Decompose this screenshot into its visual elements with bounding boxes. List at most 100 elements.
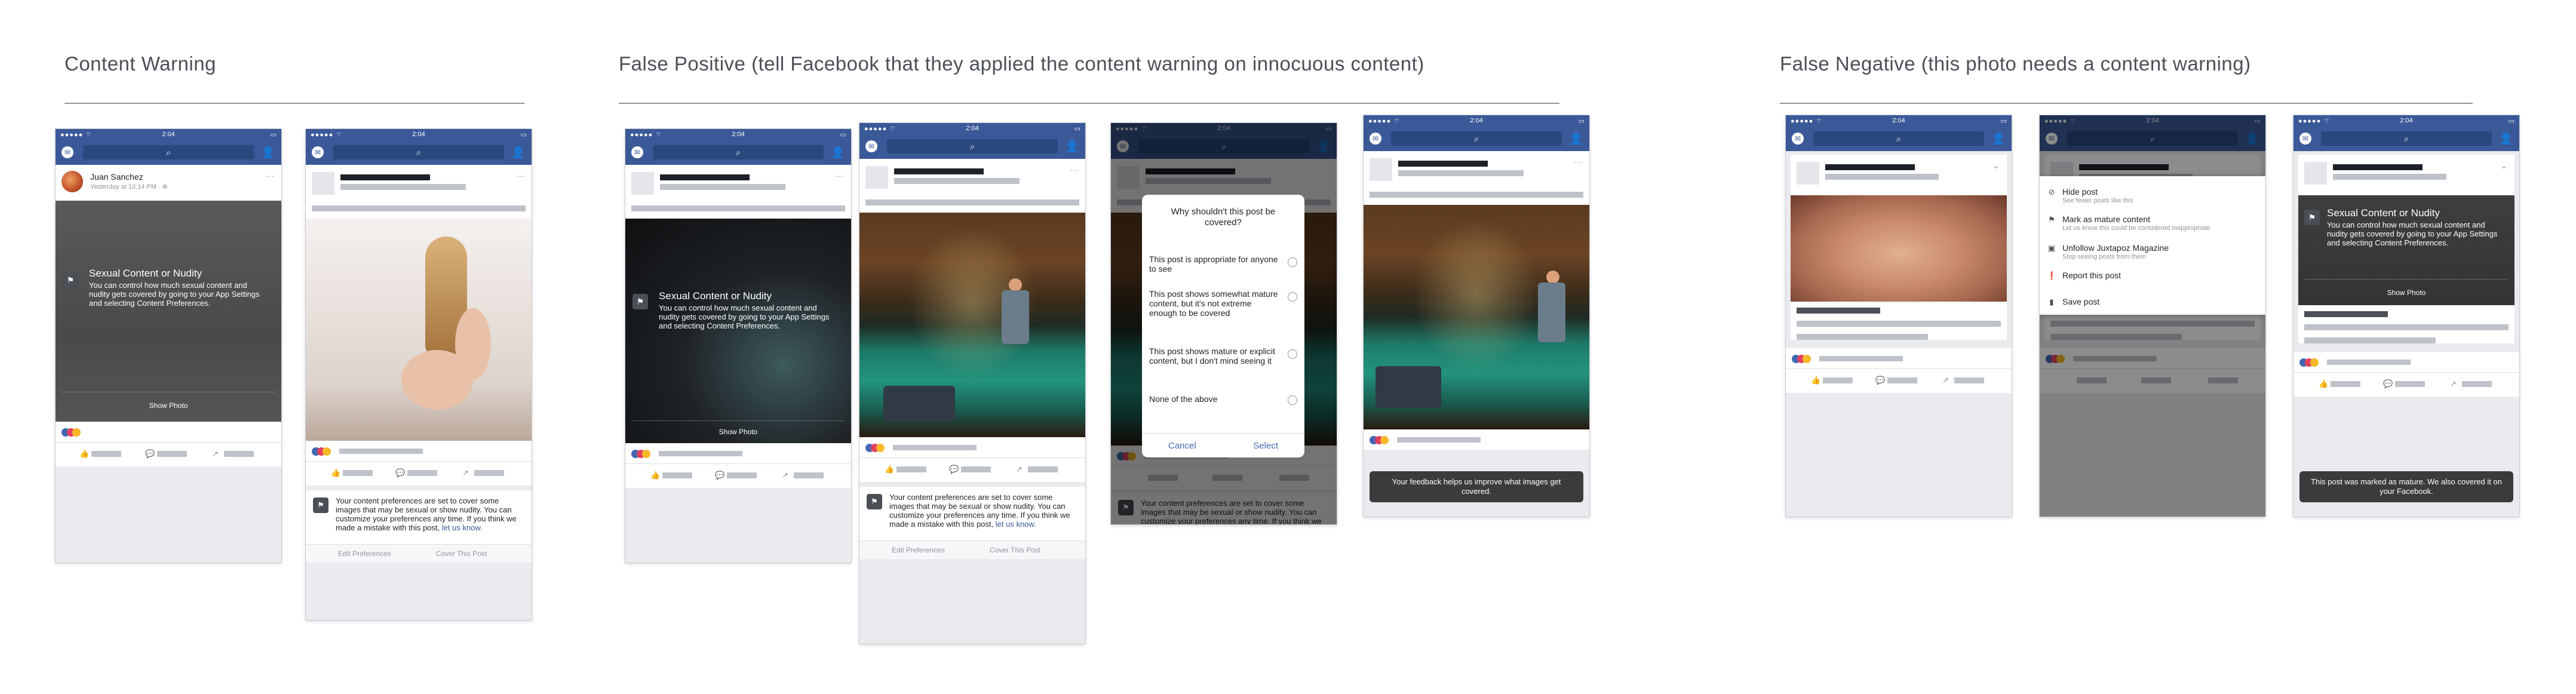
post-photo[interactable] [306,219,532,441]
messenger-icon[interactable]: ✉ [865,140,877,152]
like-icon[interactable]: 👍 [2319,379,2328,389]
comment-button[interactable] [2395,381,2425,387]
more-options-icon[interactable]: ··· [516,171,524,180]
messenger-icon[interactable]: ✉ [62,146,73,158]
dialog-option[interactable]: This post is appropriate for anyone to s… [1149,254,1281,274]
share-icon[interactable]: ↗ [1942,376,1949,385]
messenger-icon[interactable]: ✉ [631,146,643,158]
more-options-icon[interactable]: ··· [836,171,844,180]
share-button[interactable] [1028,466,1058,472]
like-button[interactable] [662,472,692,478]
friend-requests-icon[interactable]: 👤 [261,146,275,159]
comment-icon[interactable]: 💬 [2383,379,2393,389]
comment-button[interactable] [1887,377,1917,383]
like-icon[interactable]: 👍 [331,468,340,478]
comment-button[interactable] [961,466,991,472]
messenger-icon[interactable]: ✉ [1792,133,1804,145]
select-button[interactable]: Select [1253,441,1278,451]
like-icon[interactable]: 👍 [650,471,660,480]
like-button[interactable] [343,470,373,476]
search-bar[interactable]: ⌕ [1391,131,1562,146]
friend-requests-icon[interactable]: 👤 [2499,132,2513,145]
like-button[interactable] [1823,377,1853,383]
messenger-icon[interactable]: ✉ [312,146,324,158]
messenger-icon[interactable]: ✉ [1370,133,1381,145]
menu-item-hide-post[interactable]: ⊘ Hide post See fewer posts like this [2047,187,2261,207]
post-author[interactable]: Juan Sanchez [90,172,143,182]
reactions-row[interactable] [2293,352,2519,372]
comment-icon[interactable]: 💬 [1875,376,1885,385]
edit-preferences-button[interactable]: Edit Preferences [892,546,945,554]
search-bar[interactable]: ⌕ [333,145,504,159]
post-timestamp[interactable]: Yesterday at 10:14 PM · ⊕ [90,183,168,191]
menu-item-save[interactable]: ▮ Save post [2047,297,2261,311]
post-photo[interactable] [859,213,1085,437]
chevron-down-icon[interactable]: ⌄ [1992,161,2000,171]
share-button[interactable] [474,470,504,476]
friend-requests-icon[interactable]: 👤 [1065,140,1079,153]
avatar[interactable] [631,172,654,195]
let-us-know-link[interactable]: let us know. [996,520,1036,529]
chevron-down-icon[interactable]: ⌄ [2500,161,2507,171]
comment-icon[interactable]: 💬 [715,471,724,480]
share-icon[interactable]: ↗ [782,471,788,480]
avatar[interactable] [1797,162,1819,185]
post-photo[interactable] [1364,205,1589,429]
avatar[interactable] [62,171,83,192]
reactions-row[interactable] [1786,348,2012,369]
show-photo-button[interactable]: Show Photo [56,401,281,410]
like-button[interactable] [91,451,121,457]
share-button[interactable] [794,472,824,478]
search-bar[interactable]: ⌕ [887,139,1058,153]
cover-post-button[interactable]: Cover This Post [990,546,1040,554]
like-icon[interactable]: 👍 [1811,376,1820,385]
reactions-row[interactable] [1364,429,1589,450]
menu-item-mark-mature[interactable]: ⚑ Mark as mature content Let us know thi… [2047,214,2261,235]
comment-icon[interactable]: 💬 [395,468,405,478]
reactions-row[interactable] [859,437,1085,457]
dialog-option[interactable]: None of the above [1149,394,1281,404]
menu-item-unfollow[interactable]: ▣ Unfollow Juxtapoz Magazine Stop seeing… [2047,243,2261,263]
dialog-option[interactable]: This post shows somewhat mature content,… [1149,289,1281,318]
menu-item-report[interactable]: ❗ Report this post [2047,271,2261,285]
show-photo-button[interactable]: Show Photo [625,428,851,436]
post-photo[interactable] [1791,195,2007,302]
reactions-row[interactable] [56,422,281,442]
like-button[interactable] [2331,381,2360,387]
share-button[interactable] [1954,377,1984,383]
avatar[interactable] [865,166,888,189]
let-us-know-link[interactable]: let us know. [442,523,483,532]
comment-button[interactable] [157,451,187,457]
radio-button[interactable] [1288,349,1297,359]
comment-button[interactable] [727,472,757,478]
avatar[interactable] [1370,158,1392,181]
more-options-icon[interactable]: ··· [1574,157,1582,167]
modal-backdrop[interactable] [2040,115,2265,517]
like-icon[interactable]: 👍 [79,449,89,459]
friend-requests-icon[interactable]: 👤 [511,146,526,159]
radio-button[interactable] [1288,292,1297,302]
edit-preferences-button[interactable]: Edit Preferences [338,549,391,558]
more-options-icon[interactable]: ··· [1070,165,1078,174]
comment-icon[interactable]: 💬 [949,465,959,474]
friend-requests-icon[interactable]: 👤 [1569,132,1583,145]
show-photo-button[interactable]: Show Photo [2298,288,2514,297]
share-button[interactable] [224,451,254,457]
comment-button[interactable] [407,470,437,476]
comment-icon[interactable]: 💬 [145,449,155,459]
dialog-option[interactable]: This post shows mature or explicit conte… [1149,346,1281,366]
cancel-button[interactable]: Cancel [1168,441,1196,451]
messenger-icon[interactable]: ✉ [2299,133,2311,145]
search-bar[interactable]: ⌕ [2321,131,2492,146]
share-button[interactable] [2462,381,2492,387]
avatar[interactable] [312,172,334,195]
radio-button[interactable] [1288,257,1297,267]
share-icon[interactable]: ↗ [462,468,469,478]
avatar[interactable] [2304,162,2327,185]
like-button[interactable] [896,466,926,472]
friend-requests-icon[interactable]: 👤 [831,146,845,159]
radio-button[interactable] [1288,395,1297,405]
friend-requests-icon[interactable]: 👤 [1991,132,2006,145]
search-bar[interactable]: ⌕ [1813,131,1984,146]
share-icon[interactable]: ↗ [2450,379,2457,389]
